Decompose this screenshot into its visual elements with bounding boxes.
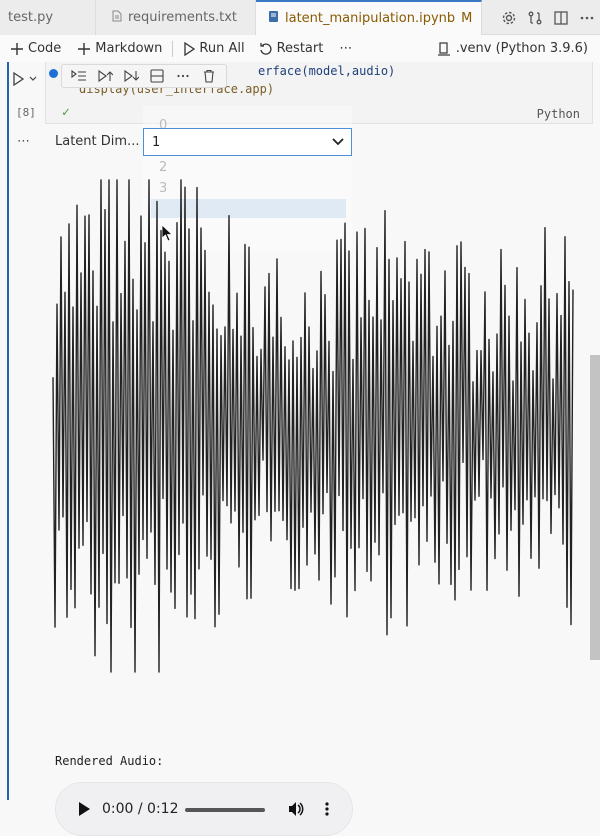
rendered-audio-label: Rendered Audio: xyxy=(55,754,164,768)
kernel-label: .venv (Python 3.9.6) xyxy=(455,41,588,56)
restart-button[interactable]: Restart xyxy=(259,41,324,56)
tab-label: test.py xyxy=(8,10,54,25)
toolbar-divider xyxy=(172,40,174,57)
waveform-line xyxy=(52,179,574,673)
notebook-toolbar: Code Markdown Run All Restart ⋯ .venv (P… xyxy=(0,35,600,62)
waveform-plot xyxy=(52,179,574,673)
play-icon[interactable] xyxy=(77,801,91,817)
add-code-button[interactable]: Code xyxy=(10,41,61,56)
more-icon[interactable] xyxy=(575,6,599,30)
tab-test-py[interactable]: test.py xyxy=(0,0,96,35)
text-file-icon xyxy=(112,10,122,26)
split-editor-icon[interactable] xyxy=(549,6,573,30)
git-compare-icon[interactable] xyxy=(523,6,547,30)
toolbar-more-button[interactable]: ⋯ xyxy=(339,41,352,56)
add-markdown-label: Markdown xyxy=(95,41,163,56)
tab-label: requirements.txt xyxy=(128,10,238,25)
notebook-cell: [8] erface(model,audio) display(user_int… xyxy=(0,62,600,836)
modified-badge: M xyxy=(461,11,473,26)
kebab-menu-icon[interactable] xyxy=(324,800,330,818)
toolbar-more-label: ⋯ xyxy=(339,41,353,56)
play-outline-icon xyxy=(184,41,196,56)
tab-latent-manipulation[interactable]: latent_manipulation.ipynb M xyxy=(256,0,482,35)
plus-icon xyxy=(11,42,23,55)
editor-tab-bar: test.py requirements.txt latent_manipula… xyxy=(0,0,600,35)
restart-icon xyxy=(259,42,272,55)
kernel-icon xyxy=(437,41,450,56)
settings-icon[interactable] xyxy=(497,6,521,30)
add-code-label: Code xyxy=(28,41,62,56)
run-all-label: Run All xyxy=(199,41,245,56)
audio-time: 0:00 / 0:12 xyxy=(102,801,179,817)
audio-player: 0:00 / 0:12 xyxy=(55,782,353,836)
volume-icon[interactable] xyxy=(287,800,305,818)
plus-icon xyxy=(78,42,91,55)
output-scrollbar[interactable] xyxy=(590,355,600,660)
restart-label: Restart xyxy=(276,41,324,56)
run-all-button[interactable]: Run All xyxy=(183,41,245,56)
tab-label: latent_manipulation.ipynb xyxy=(285,11,456,26)
tab-requirements-txt[interactable]: requirements.txt xyxy=(96,0,256,35)
audio-progress-bar[interactable] xyxy=(185,808,265,812)
editor-actions xyxy=(496,0,600,35)
kernel-picker[interactable]: .venv (Python 3.9.6) xyxy=(437,35,588,62)
add-markdown-button[interactable]: Markdown xyxy=(77,41,162,56)
notebook-icon xyxy=(268,10,279,27)
